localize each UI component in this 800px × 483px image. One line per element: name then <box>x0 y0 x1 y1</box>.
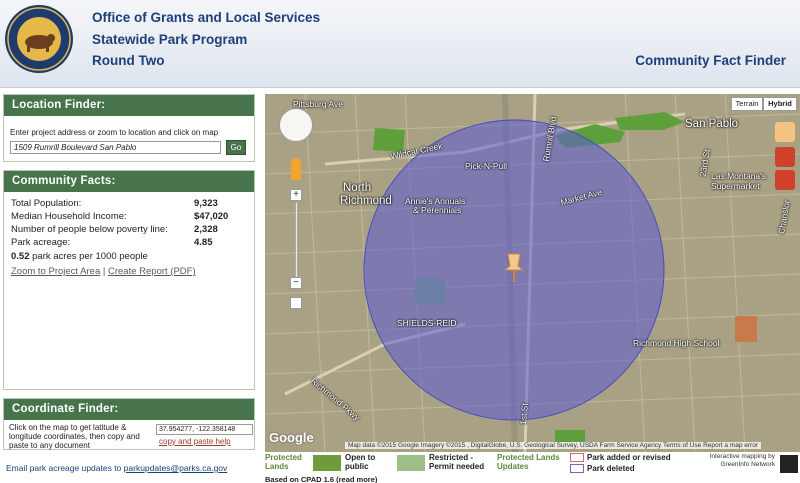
legend-open-swatch <box>313 455 341 471</box>
street-view-pegman-icon[interactable] <box>291 158 301 180</box>
legend-added-label: Park added or revised <box>587 453 671 462</box>
fact-label-income: Median Household Income: <box>11 211 127 222</box>
legend-added-swatch <box>570 453 584 462</box>
legend-deleted-label: Park deleted <box>587 464 635 473</box>
greeninfo-credit: Interactive mapping by GreenInfo Network <box>709 453 775 468</box>
address-input[interactable] <box>10 141 221 154</box>
zoom-slider[interactable] <box>295 202 298 280</box>
per-capita-value: 0.52 <box>11 251 30 262</box>
legend-restricted-label: Restricted - Permit needed <box>429 453 485 471</box>
fact-value-poverty: 2,328 <box>194 224 218 235</box>
round-title: Round Two <box>92 53 165 68</box>
email-updates-text: Email park acreage updates to <box>6 463 122 473</box>
copy-paste-help-link[interactable]: copy and paste help <box>159 437 231 446</box>
zoom-to-project-link[interactable]: Zoom to Project Area <box>11 266 100 277</box>
fact-value-population: 9,323 <box>194 198 218 209</box>
map-type-hybrid-button[interactable]: Hybrid <box>763 97 797 111</box>
link-separator: | <box>102 266 106 277</box>
facts-links: Zoom to Project Area | Create Report (PD… <box>11 266 196 277</box>
map-label-san-pablo: San Pablo <box>685 118 739 130</box>
coordinate-instructions: Click on the map to get latitude & longi… <box>9 423 140 450</box>
map-label-1st-st: 1st St <box>517 402 530 426</box>
california-state-parks-logo <box>5 5 73 73</box>
per-capita-row: 0.52 park acres per 1000 people <box>11 251 148 262</box>
map-label-pick-n-pull: Pick-N-Pull <box>465 161 508 171</box>
park-tool-icon[interactable] <box>775 122 795 142</box>
add-park-icon[interactable] <box>775 147 795 167</box>
map-type-terrain-button[interactable]: Terrain <box>731 97 763 111</box>
location-finder-heading: Location Finder: <box>4 95 254 116</box>
map-label-north: North <box>343 182 372 194</box>
go-button[interactable]: Go <box>226 140 246 155</box>
app-title: Community Fact Finder <box>635 53 786 68</box>
map-label-las-montanas-2: Supermarket <box>711 181 760 191</box>
coordinates-field[interactable] <box>156 424 253 435</box>
community-facts-panel: Community Facts: Total Population: 9,323… <box>3 170 255 390</box>
fact-label-poverty: Number of people below poverty line: <box>11 224 168 235</box>
map-imagery <box>265 94 800 452</box>
community-facts-heading: Community Facts: <box>4 171 254 192</box>
per-capita-label: park acres per 1000 people <box>32 251 148 262</box>
email-link[interactable]: parkupdates@parks.ca.gov <box>124 463 228 473</box>
map-view[interactable]: Terrain Hybrid + − Pittsburg Ave San Pab… <box>265 94 800 452</box>
zoom-in-button[interactable]: + <box>290 189 302 201</box>
map-label-annies-2: & Perennials <box>413 205 462 215</box>
coordinate-finder-panel: Coordinate Finder: Click on the map to g… <box>3 398 255 450</box>
map-attribution: Map data ©2015 Google Imagery ©2015 , Di… <box>345 442 761 449</box>
legend-restricted-swatch <box>397 455 425 471</box>
fact-label-park-acreage: Park acreage: <box>11 237 71 248</box>
legend-open-public-label: Open to public <box>345 453 376 471</box>
google-logo: Google <box>269 430 314 445</box>
map-label-pittsburg: Pittsburg Ave <box>293 99 343 109</box>
zoom-out-button[interactable]: − <box>290 277 302 289</box>
delete-park-icon[interactable] <box>775 170 795 190</box>
fact-value-park-acreage: 4.85 <box>194 237 213 248</box>
greeninfo-logo <box>780 455 798 473</box>
map-label-shields-reid: SHIELDS-REID <box>397 318 457 328</box>
map-label-richmond-high: Richmond High School <box>633 338 720 348</box>
map-label-richmond: Richmond <box>340 195 392 207</box>
pan-control[interactable] <box>279 108 313 142</box>
fact-label-population: Total Population: <box>11 198 82 209</box>
program-title: Statewide Park Program <box>92 32 248 47</box>
zoom-area-icon[interactable] <box>290 297 302 309</box>
email-updates-line: Email park acreage updates to parkupdate… <box>6 463 227 473</box>
legend-protected-lands-title: Protected Lands <box>265 453 302 471</box>
create-report-link[interactable]: Create Report (PDF) <box>108 266 196 277</box>
legend-updates-title: Protected Lands Updates <box>497 453 560 471</box>
legend-deleted-swatch <box>570 464 584 473</box>
cpad-link[interactable]: Based on CPAD 1.6 (read more) <box>265 475 377 483</box>
location-instructions: Enter project address or zoom to locatio… <box>10 128 219 137</box>
map-legend: Protected Lands Open to public Restricte… <box>265 452 800 483</box>
fact-value-income: $47,020 <box>194 211 229 222</box>
app-header: Office of Grants and Local Services Stat… <box>0 0 800 88</box>
coordinate-finder-heading: Coordinate Finder: <box>4 399 254 420</box>
office-title: Office of Grants and Local Services <box>92 10 321 25</box>
map-label-las-montanas-1: Las Montana's <box>711 171 767 181</box>
